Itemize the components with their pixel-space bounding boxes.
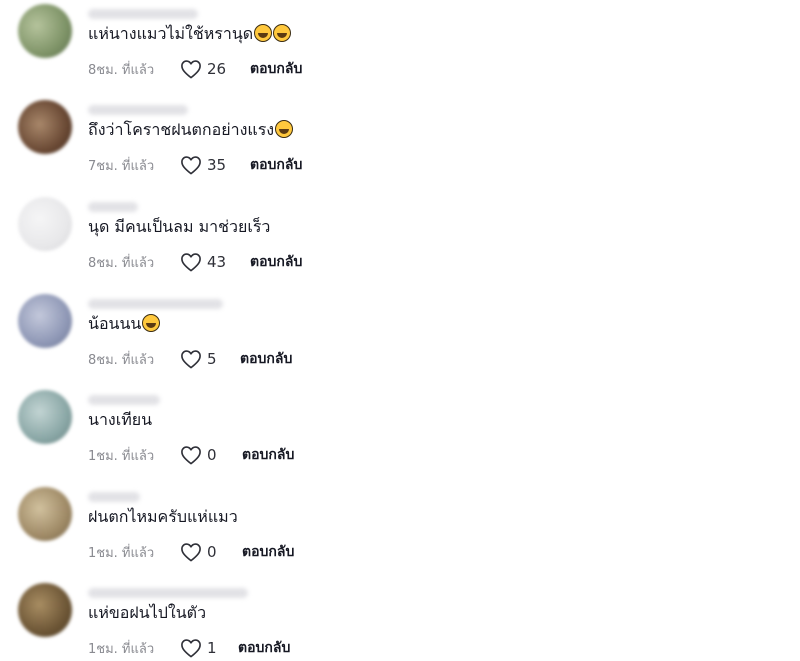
heart-icon — [181, 446, 201, 465]
like-button[interactable]: 0 — [180, 542, 242, 562]
avatar[interactable] — [18, 100, 72, 154]
comment-text-row: ถึงว่าโคราชฝนตกอย่างแรง — [88, 118, 294, 142]
comment-meta: 1ชม. ที่แล้ว 1 ตอบกลับ — [88, 637, 290, 659]
reply-button[interactable]: ตอบกลับ — [250, 154, 302, 176]
reply-button[interactable]: ตอบกลับ — [250, 58, 302, 80]
heart-icon — [181, 253, 201, 272]
avatar[interactable] — [18, 583, 72, 637]
avatar[interactable] — [18, 294, 72, 348]
grinning-squint-emoji-icon — [254, 24, 273, 42]
comment-meta: 1ชม. ที่แล้ว 0 ตอบกลับ — [88, 444, 294, 466]
comment-text: ถึงว่าโคราชฝนตกอย่างแรง — [88, 120, 275, 139]
comment-item: นางเทียน 1ชม. ที่แล้ว 0 ตอบกลับ — [0, 386, 800, 482]
grinning-squint-emoji-icon — [273, 24, 292, 42]
avatar[interactable] — [18, 487, 72, 541]
reply-button[interactable]: ตอบกลับ — [242, 541, 294, 563]
comment-time: 1ชม. ที่แล้ว — [88, 641, 155, 657]
username-blurred[interactable] — [88, 588, 248, 598]
like-count: 0 — [207, 446, 217, 464]
username-blurred[interactable] — [88, 299, 223, 309]
comment-item: นุด มีคนเป็นลม มาช่วยเร็ว 8ชม. ที่แล้ว 4… — [0, 193, 800, 289]
comment-item: น้อนนน 8ชม. ที่แล้ว 5 ตอบกลับ — [0, 290, 800, 386]
like-button[interactable]: 5 — [180, 349, 240, 369]
like-button[interactable]: 0 — [180, 445, 242, 465]
comment-time: 1ชม. ที่แล้ว — [88, 448, 155, 464]
username-blurred[interactable] — [88, 9, 198, 19]
reply-button[interactable]: ตอบกลับ — [250, 251, 302, 273]
like-count: 1 — [207, 639, 217, 657]
username-blurred[interactable] — [88, 202, 138, 212]
comment-time: 8ชม. ที่แล้ว — [88, 352, 155, 368]
comment-text-row: ฝนตกไหมครับแห่แมว — [88, 505, 238, 529]
avatar[interactable] — [18, 390, 72, 444]
comment-text-row: แห่นางแมวไม่ใช้หรานุด — [88, 22, 292, 46]
comment-meta: 8ชม. ที่แล้ว 5 ตอบกลับ — [88, 348, 292, 370]
laughing-tears-emoji-icon — [275, 120, 294, 138]
avatar[interactable] — [18, 197, 72, 251]
comment-text-row: แห่ขอฝนไปในตัว — [88, 601, 206, 625]
heart-icon — [181, 156, 201, 175]
like-count: 5 — [207, 350, 217, 368]
reply-button[interactable]: ตอบกลับ — [240, 348, 292, 370]
comment-text: ฝนตกไหมครับแห่แมว — [88, 507, 238, 526]
comment-text-row: นางเทียน — [88, 408, 152, 432]
comment-meta: 8ชม. ที่แล้ว 43 ตอบกลับ — [88, 251, 302, 273]
heart-icon — [181, 350, 201, 369]
like-count: 0 — [207, 543, 217, 561]
comment-item: ถึงว่าโคราชฝนตกอย่างแรง 7ชม. ที่แล้ว 35 … — [0, 96, 800, 192]
like-button[interactable]: 26 — [180, 59, 250, 79]
reply-button[interactable]: ตอบกลับ — [238, 637, 290, 659]
avatar[interactable] — [18, 4, 72, 58]
comment-text: นุด มีคนเป็นลม มาช่วยเร็ว — [88, 217, 271, 236]
comment-text: แห่นางแมวไม่ใช้หรานุด — [88, 24, 254, 43]
comment-time: 8ชม. ที่แล้ว — [88, 255, 155, 271]
like-button[interactable]: 43 — [180, 252, 250, 272]
comment-item: ฝนตกไหมครับแห่แมว 1ชม. ที่แล้ว 0 ตอบกลับ — [0, 483, 800, 579]
heart-icon — [181, 60, 201, 79]
comment-text-row: นุด มีคนเป็นลม มาช่วยเร็ว — [88, 215, 270, 239]
username-blurred[interactable] — [88, 395, 160, 405]
heart-icon — [181, 639, 201, 658]
comment-meta: 7ชม. ที่แล้ว 35 ตอบกลับ — [88, 154, 302, 176]
comment-time: 1ชม. ที่แล้ว — [88, 545, 155, 561]
like-count: 26 — [207, 60, 227, 78]
like-button[interactable]: 35 — [180, 155, 250, 175]
comment-item: แห่นางแมวไม่ใช้หรานุด 8ชม. ที่แล้ว 26 ตอ… — [0, 0, 800, 96]
comment-meta: 8ชม. ที่แล้ว 26 ตอบกลับ — [88, 58, 302, 80]
comment-text: แห่ขอฝนไปในตัว — [88, 603, 207, 622]
like-button[interactable]: 1 — [180, 638, 238, 658]
grinning-sweat-emoji-icon — [142, 314, 161, 332]
heart-icon — [181, 543, 201, 562]
comment-text: น้อนนน — [88, 314, 142, 333]
username-blurred[interactable] — [88, 105, 188, 115]
reply-button[interactable]: ตอบกลับ — [242, 444, 294, 466]
comment-text: นางเทียน — [88, 410, 153, 429]
like-count: 43 — [207, 253, 227, 271]
comment-meta: 1ชม. ที่แล้ว 0 ตอบกลับ — [88, 541, 294, 563]
username-blurred[interactable] — [88, 492, 140, 502]
comment-time: 8ชม. ที่แล้ว — [88, 62, 155, 78]
comment-time: 7ชม. ที่แล้ว — [88, 158, 155, 174]
like-count: 35 — [207, 156, 227, 174]
comment-item: แห่ขอฝนไปในตัว 1ชม. ที่แล้ว 1 ตอบกลับ — [0, 579, 800, 661]
comment-text-row: น้อนนน — [88, 312, 161, 336]
